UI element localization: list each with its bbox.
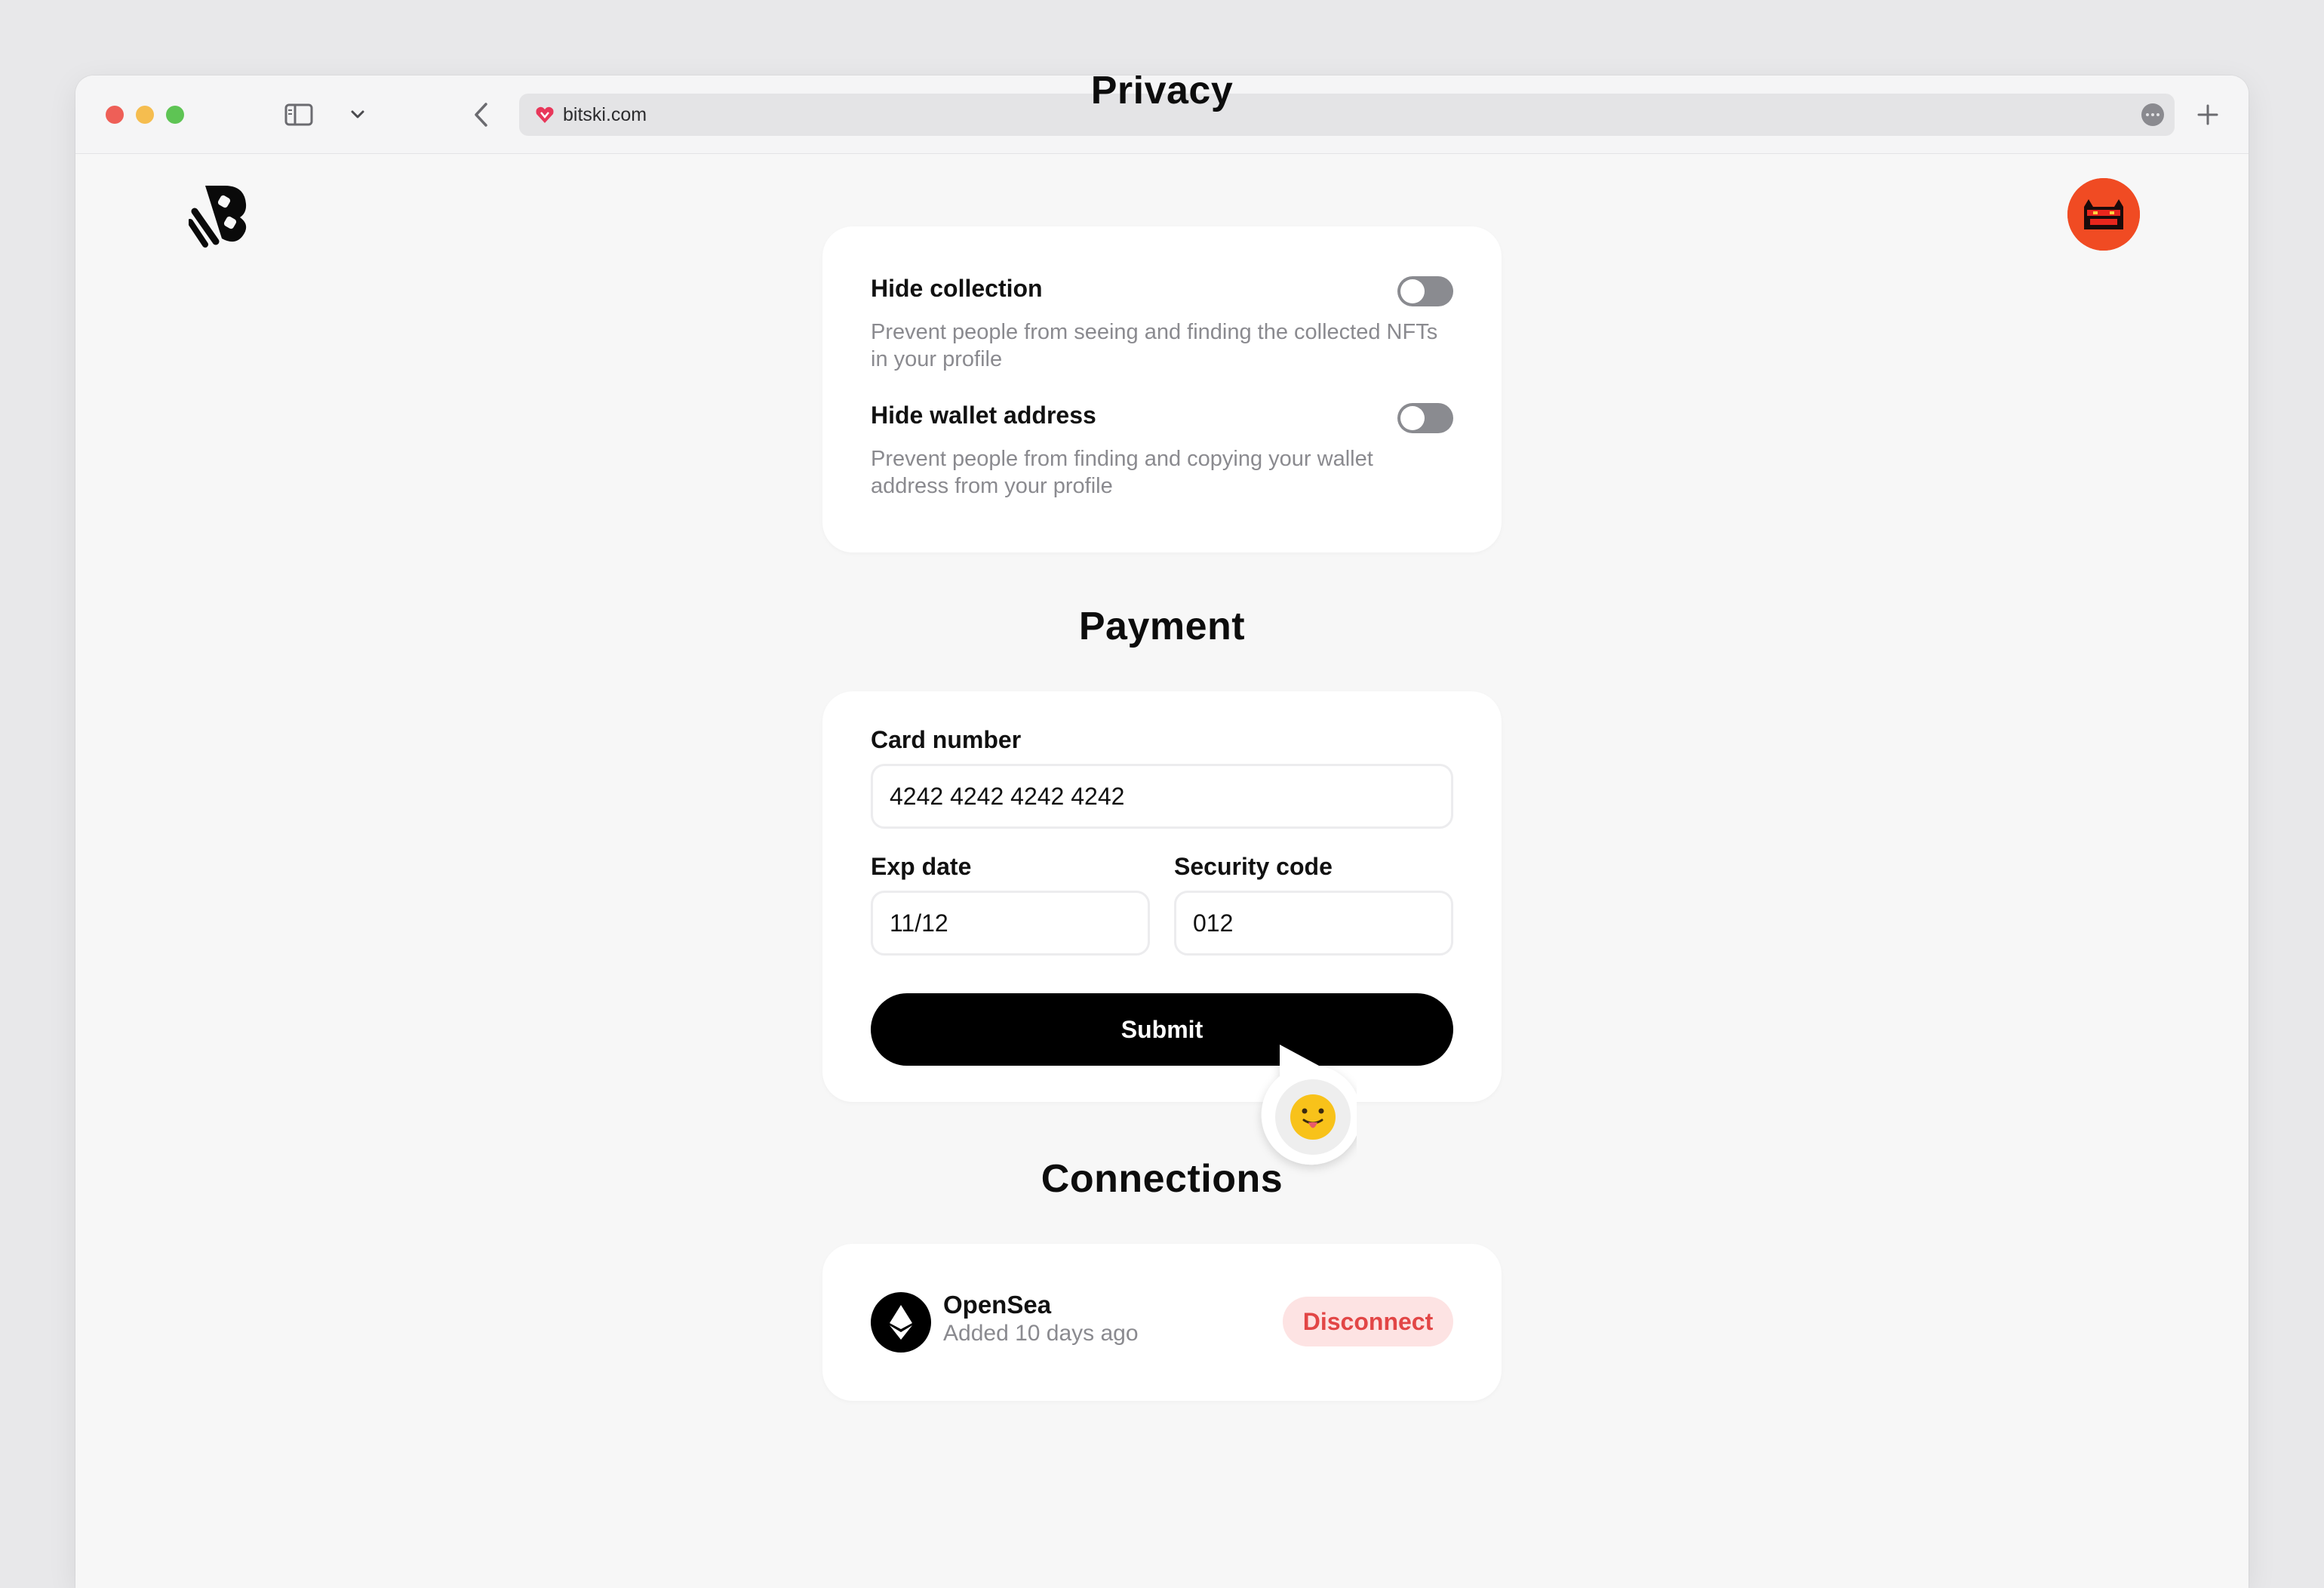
hide-wallet-toggle[interactable] <box>1397 403 1453 433</box>
toggle-knob <box>1400 279 1425 303</box>
privacy-title: Privacy <box>1090 75 1234 112</box>
connection-added-time: Added 10 days ago <box>943 1321 1139 1346</box>
hide-wallet-label: Hide wallet address <box>871 402 1096 429</box>
connection-card: OpenSea Added 10 days ago Disconnect <box>822 1244 1502 1401</box>
security-code-input[interactable] <box>1174 891 1453 956</box>
disconnect-button[interactable]: Disconnect <box>1283 1297 1453 1346</box>
payment-card: Card number Exp date Security code Submi… <box>822 691 1502 1102</box>
toggle-knob <box>1400 406 1425 430</box>
submit-button[interactable]: Submit <box>871 993 1453 1066</box>
security-code-label: Security code <box>1174 853 1333 880</box>
ethereum-icon <box>871 1292 931 1353</box>
hide-collection-description: Prevent people from seeing and finding t… <box>871 320 1438 371</box>
connection-name: OpenSea <box>943 1291 1052 1319</box>
bitski-logo-icon[interactable] <box>187 181 252 248</box>
hide-collection-label: Hide collection <box>871 275 1043 302</box>
exp-date-label: Exp date <box>871 853 972 880</box>
payment-title: Payment <box>1078 605 1246 648</box>
hide-collection-toggle[interactable] <box>1397 276 1453 306</box>
privacy-card: Hide collection Prevent people from seei… <box>822 226 1502 552</box>
hide-wallet-description: Prevent people from finding and copying … <box>871 447 1373 498</box>
browser-window: bitski.com Privacy Hide collection Preve… <box>75 75 2249 1588</box>
card-number-input[interactable] <box>871 764 1453 829</box>
card-number-label: Card number <box>871 726 1022 753</box>
connections-title: Connections <box>1041 1157 1283 1201</box>
exp-date-input[interactable] <box>871 891 1150 956</box>
user-avatar[interactable] <box>2067 178 2140 251</box>
